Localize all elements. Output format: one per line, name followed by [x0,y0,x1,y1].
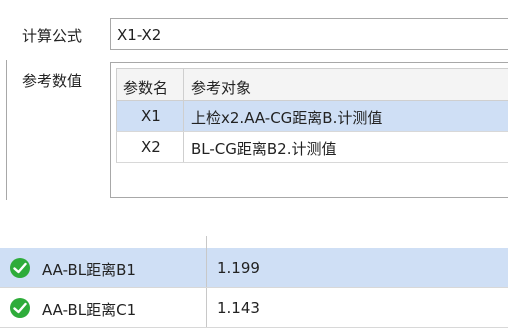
params-row[interactable]: X1 上检x2.AA-CG距离B.计测值 [116,101,508,132]
column-divider [206,236,207,248]
result-value: 1.199 [217,259,260,277]
result-value: 1.143 [217,299,260,317]
param-name: X1 [141,107,161,125]
column-divider [206,288,207,327]
header-param-name[interactable]: 参数名 [123,77,168,98]
params-row[interactable]: X2 BL-CG距离B2.计测值 [116,132,508,163]
param-reference: 上检x2.AA-CG距离B.计测值 [191,109,383,127]
check-circle-icon [10,258,30,278]
param-name: X2 [141,138,161,156]
column-divider [183,101,184,131]
param-reference: BL-CG距离B2.计测值 [191,140,337,158]
column-divider[interactable] [183,69,184,100]
result-row[interactable]: AA-BL距离C1 1.143 [0,288,508,328]
result-name: AA-BL距离B1 [42,261,136,279]
formula-input[interactable]: X1-X2 [110,18,508,50]
params-label: 参考数值 [22,72,83,90]
divider [6,60,7,200]
result-name: AA-BL距离C1 [42,301,137,319]
params-table-header: 参数名 参考对象 [116,68,508,101]
result-row[interactable]: AA-BL距离B1 1.199 [0,248,508,288]
header-reference[interactable]: 参考对象 [191,77,251,98]
check-circle-icon [10,298,30,318]
column-divider [206,248,207,287]
formula-label: 计算公式 [22,27,83,45]
column-divider [183,132,184,162]
